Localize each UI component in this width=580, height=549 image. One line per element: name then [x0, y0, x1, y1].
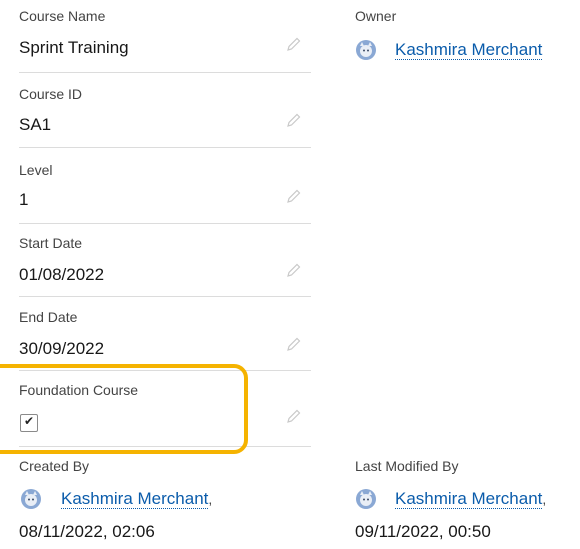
last-modified-by-link[interactable]: Kashmira Merchant,	[395, 489, 546, 509]
pencil-icon[interactable]	[286, 36, 302, 52]
end-date-value: 30/09/2022	[19, 339, 105, 358]
last-modified-by-name: Kashmira Merchant	[395, 489, 543, 509]
created-by-name: Kashmira Merchant	[61, 489, 209, 509]
separator: ,	[208, 491, 213, 507]
pencil-icon[interactable]	[286, 112, 302, 128]
field-course-id: Course ID SA1	[19, 84, 311, 148]
field-end-date: End Date 30/09/2022	[19, 307, 311, 371]
last-modified-by-label: Last Modified By	[355, 458, 459, 474]
level-value: 1	[19, 190, 29, 209]
last-modified-date: 09/11/2022, 00:50	[355, 522, 491, 541]
pencil-icon[interactable]	[286, 262, 302, 278]
created-by-label: Created By	[19, 458, 90, 474]
start-date-value: 01/08/2022	[19, 265, 105, 284]
start-date-label: Start Date	[19, 235, 83, 251]
end-date-label: End Date	[19, 309, 78, 325]
highlight-box	[0, 364, 248, 454]
course-id-value: SA1	[19, 115, 52, 134]
course-name-label: Course Name	[19, 8, 106, 24]
course-id-label: Course ID	[19, 86, 83, 102]
field-level: Level 1	[19, 160, 311, 224]
pencil-icon[interactable]	[286, 336, 302, 352]
field-course-name: Course Name Sprint Training	[19, 6, 311, 73]
created-date: 08/11/2022, 02:06	[19, 522, 155, 541]
separator: ,	[542, 491, 547, 507]
owner-link[interactable]: Kashmira Merchant	[395, 40, 543, 60]
owner-name: Kashmira Merchant	[395, 40, 543, 60]
user-avatar-icon	[21, 489, 41, 509]
owner-label: Owner	[355, 8, 397, 24]
pencil-icon[interactable]	[286, 188, 302, 204]
field-start-date: Start Date 01/08/2022	[19, 233, 311, 297]
level-label: Level	[19, 162, 53, 178]
course-name-value: Sprint Training	[19, 38, 129, 57]
created-by-link[interactable]: Kashmira Merchant,	[61, 489, 212, 509]
pencil-icon[interactable]	[286, 408, 302, 424]
user-avatar-icon	[356, 40, 376, 60]
user-avatar-icon	[356, 489, 376, 509]
